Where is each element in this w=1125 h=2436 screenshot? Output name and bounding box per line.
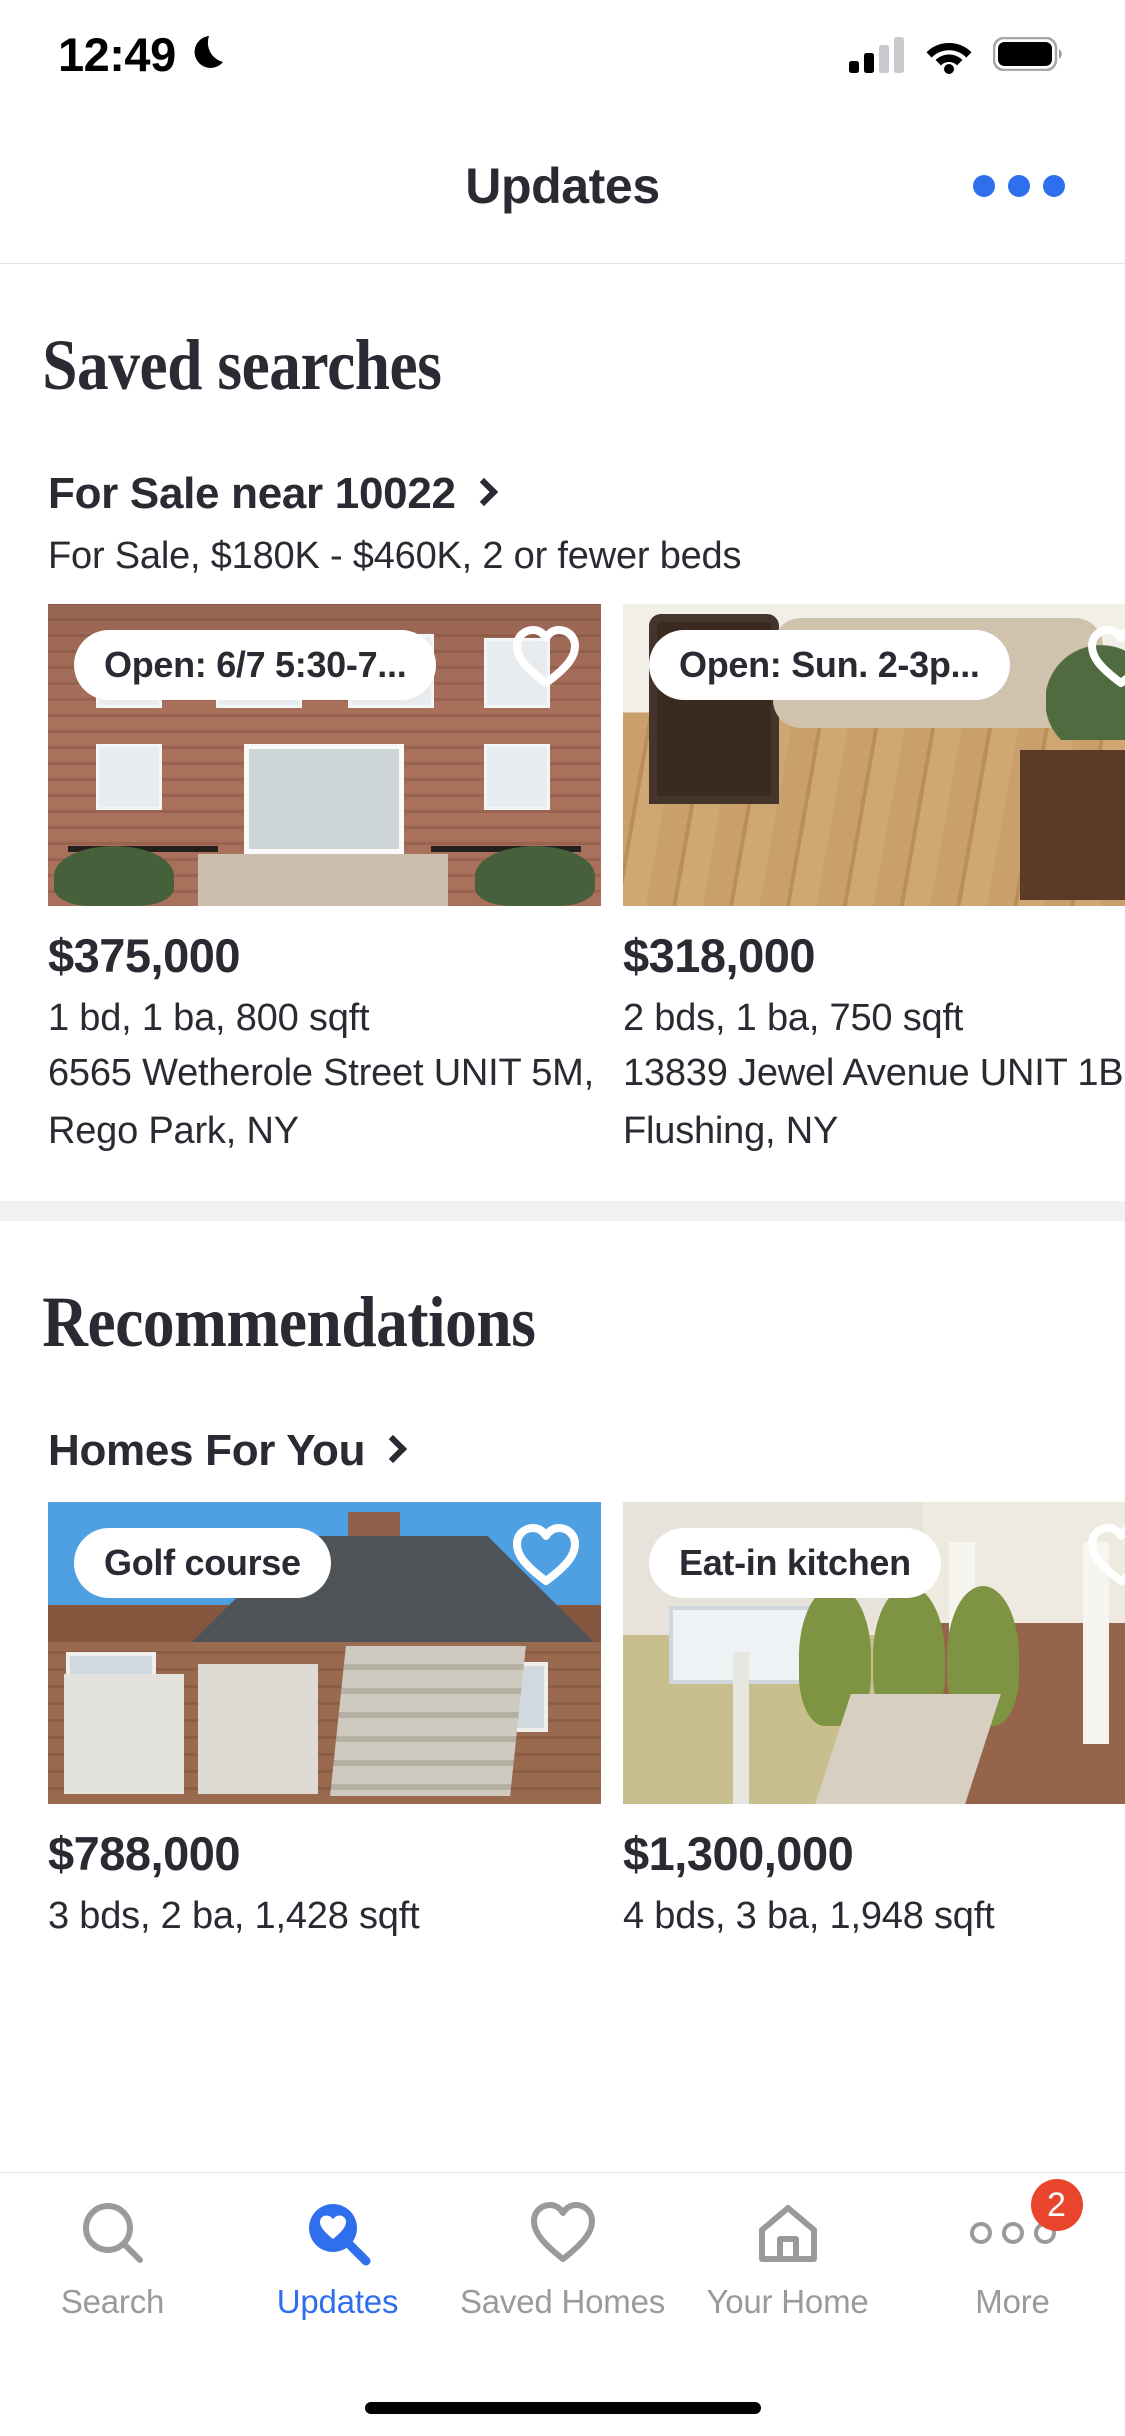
home-indicator	[364, 2402, 761, 2414]
listing-address-line2: Flushing, NY	[623, 1109, 839, 1152]
heart-outline-icon	[1088, 626, 1125, 687]
heart-outline-icon	[513, 626, 579, 687]
listing-card[interactable]: Eat-in kitchen $1,300,000 4 bds, 3 ba, 1…	[623, 1502, 1125, 1938]
status-bar: 12:49	[0, 0, 1125, 108]
more-notification-badge: 2	[1030, 2179, 1083, 2231]
more-options-button[interactable]	[957, 155, 1081, 217]
heart-outline-icon	[527, 2195, 599, 2271]
tab-label-more: More	[975, 2283, 1050, 2320]
cellular-signal-icon	[849, 37, 904, 73]
tab-label-saved-homes: Saved Homes	[459, 2283, 666, 2320]
status-time: 12:49	[58, 27, 176, 81]
bottom-tab-bar: Search Updates Saved Homes Your Home 2 M…	[0, 2172, 1125, 2436]
tab-label-search: Search	[60, 2283, 165, 2320]
listing-address-line1: 6565 Wetherole Street UNIT 5M,	[48, 1052, 594, 1094]
page-title: Updates	[465, 157, 660, 214]
open-house-badge: Open: 6/7 5:30-7...	[74, 630, 437, 700]
tab-search[interactable]: Search	[0, 2173, 225, 2369]
open-house-badge: Open: Sun. 2-3p...	[649, 630, 1010, 700]
updates-heart-search-icon	[302, 2195, 374, 2271]
favorite-button[interactable]	[513, 626, 579, 693]
favorite-button[interactable]	[1088, 1524, 1125, 1591]
listing-address-line1: 13839 Jewel Avenue UNIT 1B,	[623, 1052, 1125, 1094]
listing-card[interactable]: Open: 6/7 5:30-7... $375,000 1 bd, 1 ba,…	[48, 604, 601, 1155]
listing-facts: 2 bds, 1 ba, 750 sqft	[623, 997, 964, 1039]
feature-badge: Eat-in kitchen	[649, 1528, 941, 1598]
listing-photo[interactable]: Open: Sun. 2-3p...	[623, 604, 1125, 906]
saved-search-criteria: For Sale, $180K - $460K, 2 or fewer beds	[48, 535, 742, 577]
listing-photo[interactable]: Open: 6/7 5:30-7...	[48, 604, 601, 906]
saved-search-link[interactable]: For Sale near 10022	[48, 469, 1077, 519]
listing-price: $375,000	[48, 929, 241, 982]
listing-photo[interactable]: Eat-in kitchen	[623, 1502, 1125, 1804]
tab-your-home[interactable]: Your Home	[675, 2173, 900, 2369]
heart-outline-icon	[1088, 1524, 1125, 1585]
more-dot-1	[973, 174, 995, 197]
house-icon	[752, 2195, 824, 2271]
saved-search-header: For Sale near 10022 For Sale, $180K - $4…	[0, 407, 1125, 578]
nav-bar: Updates	[0, 108, 1125, 264]
status-bar-right	[849, 34, 1063, 74]
homes-for-you-header: Homes For You	[0, 1364, 1125, 1476]
saved-searches-section: Saved searches For Sale near 10022 For S…	[0, 264, 1125, 1221]
battery-icon	[993, 37, 1062, 71]
homes-for-you-link[interactable]: Homes For You	[48, 1426, 1077, 1476]
listing-facts: 3 bds, 2 ba, 1,428 sqft	[48, 1895, 420, 1937]
listing-photo[interactable]: Golf course	[48, 1502, 601, 1804]
listing-card[interactable]: Golf course $788,000 3 bds, 2 ba, 1,428 …	[48, 1502, 601, 1938]
listing-price: $1,300,000	[623, 1827, 854, 1880]
moon-icon	[194, 36, 223, 68]
listing-price: $318,000	[623, 929, 816, 982]
tab-label-updates: Updates	[276, 2283, 399, 2320]
chevron-right-icon	[379, 1434, 408, 1464]
saved-search-carousel[interactable]: Open: 6/7 5:30-7... $375,000 1 bd, 1 ba,…	[0, 578, 1125, 1155]
homes-for-you-title: Homes For You	[48, 1426, 366, 1475]
saved-searches-heading: Saved searches	[42, 325, 442, 405]
scroll-content[interactable]: Saved searches For Sale near 10022 For S…	[0, 264, 1125, 2172]
more-dot-3	[1043, 174, 1065, 197]
listing-card[interactable]: Open: Sun. 2-3p... $318,000 2 bds, 1 ba,…	[623, 604, 1125, 1155]
saved-search-title: For Sale near 10022	[48, 469, 456, 518]
tab-updates[interactable]: Updates	[225, 2173, 450, 2369]
listing-address-line2: Rego Park, NY	[48, 1109, 299, 1152]
status-bar-left: 12:49	[58, 27, 230, 82]
feature-badge: Golf course	[74, 1528, 331, 1598]
recommendations-heading: Recommendations	[42, 1282, 536, 1362]
recommendations-carousel[interactable]: Golf course $788,000 3 bds, 2 ba, 1,428 …	[0, 1476, 1125, 1938]
favorite-button[interactable]	[1088, 626, 1125, 693]
more-dot-1	[969, 2222, 992, 2244]
tab-saved-homes[interactable]: Saved Homes	[450, 2173, 675, 2369]
tab-more[interactable]: 2 More	[900, 2173, 1125, 2369]
search-icon	[77, 2195, 149, 2271]
listing-facts: 4 bds, 3 ba, 1,948 sqft	[623, 1895, 995, 1937]
heart-outline-icon	[513, 1524, 579, 1585]
tab-label-your-home: Your Home	[706, 2283, 869, 2320]
more-dot-2	[1008, 174, 1030, 197]
favorite-button[interactable]	[513, 1524, 579, 1591]
app-screen: 12:49 Updates Saved searches For Sale ne…	[0, 0, 1125, 2436]
section-divider	[0, 1201, 1125, 1221]
wifi-icon	[926, 43, 972, 74]
listing-price: $788,000	[48, 1827, 241, 1880]
listing-facts: 1 bd, 1 ba, 800 sqft	[48, 997, 370, 1039]
more-dot-2	[1001, 2222, 1024, 2244]
chevron-right-icon	[469, 477, 498, 507]
recommendations-section: Recommendations Homes For You Golf cours…	[0, 1221, 1125, 1938]
